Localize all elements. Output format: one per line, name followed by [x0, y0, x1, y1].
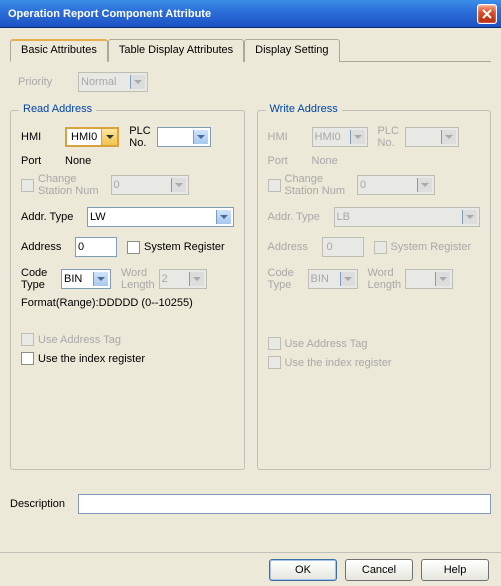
tab-basic-attributes[interactable]: Basic Attributes	[10, 39, 108, 62]
read-address-group: Read Address HMI HMI0 PLC No. Port None	[10, 110, 245, 470]
tabs: Basic Attributes Table Display Attribute…	[10, 38, 491, 62]
write-sysreg-checkbox	[374, 241, 387, 254]
read-use-addrtag-label: Use Address Tag	[38, 334, 121, 346]
read-wordlen-select: 2	[159, 269, 207, 289]
write-port-label: Port	[268, 155, 312, 167]
write-use-indexreg-label: Use the index register	[285, 357, 392, 369]
read-addrtype-select[interactable]: LW	[87, 207, 234, 227]
read-change-station-value: 0	[111, 175, 189, 195]
write-sysreg-label: System Register	[391, 241, 472, 253]
write-address-input: 0	[322, 237, 364, 257]
cancel-button[interactable]: Cancel	[345, 559, 413, 581]
write-legend: Write Address	[266, 103, 342, 115]
write-wordlen-label: Word Length	[368, 267, 402, 291]
description-label: Description	[10, 498, 78, 510]
read-plcno-select[interactable]	[157, 127, 211, 147]
window-title: Operation Report Component Attribute	[8, 8, 477, 20]
write-hmi-label: HMI	[268, 131, 312, 143]
read-format-label: Format(Range):DDDDD (0--10255)	[21, 297, 193, 309]
write-change-station-checkbox	[268, 179, 281, 192]
write-addrtype-select: LB	[334, 207, 481, 227]
write-change-station-label: Change Station Num	[285, 173, 346, 197]
read-port-label: Port	[21, 155, 65, 167]
write-plcno-label: PLC No.	[378, 125, 399, 149]
close-button[interactable]	[477, 4, 497, 24]
write-use-indexreg-checkbox	[268, 356, 281, 369]
read-address-input[interactable]	[75, 237, 117, 257]
write-use-addrtag-label: Use Address Tag	[285, 338, 368, 350]
write-codetype-select: BIN	[308, 269, 358, 289]
read-codetype-label: Code Type	[21, 267, 61, 291]
title-bar: Operation Report Component Attribute	[0, 0, 501, 28]
write-address-label: Address	[268, 241, 322, 253]
chevron-down-icon	[101, 129, 117, 145]
read-legend: Read Address	[19, 103, 96, 115]
write-plcno-select	[405, 127, 459, 147]
priority-select: Normal	[78, 72, 148, 92]
read-use-indexreg-checkbox[interactable]	[21, 352, 34, 365]
priority-value: Normal	[81, 76, 116, 88]
ok-button[interactable]: OK	[269, 559, 337, 581]
read-codetype-select[interactable]: BIN	[61, 269, 111, 289]
priority-label: Priority	[18, 76, 78, 88]
read-use-indexreg-label: Use the index register	[38, 353, 145, 365]
client-area: Basic Attributes Table Display Attribute…	[0, 28, 501, 552]
read-plcno-label: PLC No.	[129, 125, 150, 149]
close-icon	[482, 9, 492, 19]
write-addrtype-label: Addr. Type	[268, 211, 334, 223]
write-port-value: None	[312, 155, 338, 167]
write-codetype-label: Code Type	[268, 267, 308, 291]
read-port-value: None	[65, 155, 91, 167]
tab-table-display-attributes[interactable]: Table Display Attributes	[108, 39, 244, 62]
read-change-station-label: Change Station Num	[38, 173, 99, 197]
read-sysreg-label: System Register	[144, 241, 225, 253]
read-wordlen-label: Word Length	[121, 267, 155, 291]
read-sysreg-checkbox[interactable]	[127, 241, 140, 254]
write-wordlen-select	[405, 269, 453, 289]
tab-display-setting[interactable]: Display Setting	[244, 39, 339, 62]
write-address-group: Write Address HMI HMI0 PLC No. Port None…	[257, 110, 492, 470]
read-change-station-checkbox	[21, 179, 34, 192]
description-input[interactable]	[78, 494, 491, 514]
help-button[interactable]: Help	[421, 559, 489, 581]
button-bar: OK Cancel Help	[0, 552, 501, 586]
write-change-station-value: 0	[357, 175, 435, 195]
write-hmi-select: HMI0	[312, 127, 368, 147]
write-use-addrtag-checkbox	[268, 337, 281, 350]
read-address-label: Address	[21, 241, 75, 253]
read-use-addrtag-checkbox	[21, 333, 34, 346]
read-hmi-label: HMI	[21, 131, 65, 143]
read-hmi-select[interactable]: HMI0	[65, 127, 119, 147]
read-addrtype-label: Addr. Type	[21, 211, 87, 223]
